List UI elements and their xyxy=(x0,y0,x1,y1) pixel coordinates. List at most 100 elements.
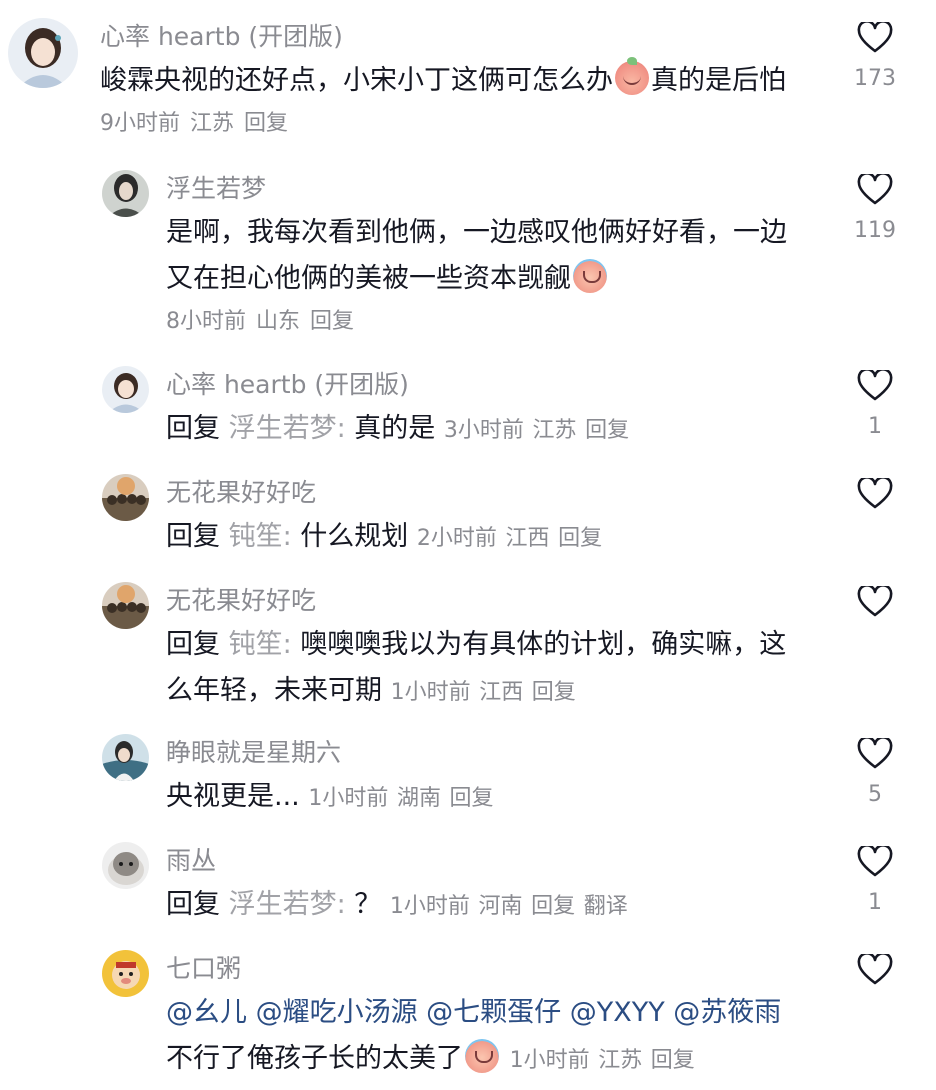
comment-body: 无花果好好吃 回复 钝笙: 什么规划 2小时前 江西 回复 xyxy=(166,476,806,562)
comment-body: 睁眼就是星期六 央视更是... 1小时前 湖南 回复 xyxy=(166,736,806,822)
comment-item: 雨丛 回复 浮生若梦: ？ 1小时前 河南 回复 翻译 1 xyxy=(0,840,936,936)
comment-text-part: 是啊，我每次看到他俩，一边感叹他俩好好看，一边又在担心他俩的美被一些资本觊觎 xyxy=(166,217,787,294)
like-control[interactable]: 173 xyxy=(850,22,900,94)
comment-time: 9小时前 xyxy=(100,111,180,136)
reply-button[interactable]: 回复 xyxy=(651,1048,695,1073)
comment-location: 山东 xyxy=(256,309,301,334)
avatar[interactable] xyxy=(102,842,149,889)
comment-body: 雨丛 回复 浮生若梦: ？ 1小时前 河南 回复 翻译 xyxy=(166,844,806,930)
username[interactable]: 心率 heartb (开团版) xyxy=(166,368,806,402)
comment-location: 江苏 xyxy=(190,111,235,136)
comment-item: 心率 heartb (开团版) 回复 浮生若梦: 真的是 3小时前 江苏 回复 … xyxy=(0,364,936,460)
reply-prefix: 回复 xyxy=(166,413,220,444)
reply-target[interactable]: 浮生若梦: xyxy=(229,889,346,920)
reply-button[interactable]: 回复 xyxy=(450,786,494,811)
heart-icon[interactable] xyxy=(857,478,893,510)
comment-item: 七口粥 @幺儿 @耀吃小汤源 @七颗蛋仔 @YXYY @苏筱雨 不行了俺孩子长的太… xyxy=(0,948,936,1088)
comment-text: 回复 浮生若梦: ？ 1小时前 河南 回复 翻译 xyxy=(166,882,806,930)
comment-item: 睁眼就是星期六 央视更是... 1小时前 湖南 回复 5 xyxy=(0,732,936,828)
comment-text: @幺儿 @耀吃小汤源 @七颗蛋仔 @YXYY @苏筱雨 不行了俺孩子长的太美了 1… xyxy=(166,990,806,1084)
comment-location: 江苏 xyxy=(532,418,577,443)
username[interactable]: 七口粥 xyxy=(166,952,806,986)
comment-text: 回复 钝笙: 噢噢噢我以为有具体的计划，确实嘛，这么年轻，未来可期 1小时前 江… xyxy=(166,622,806,716)
username[interactable]: 雨丛 xyxy=(166,844,806,878)
comment-text-part: 什么规划 xyxy=(300,521,409,552)
reply-prefix: 回复 xyxy=(166,889,220,920)
username[interactable]: 睁眼就是星期六 xyxy=(166,736,806,770)
comment-time: 1小时前 xyxy=(390,680,471,705)
comment-location: 河南 xyxy=(478,894,523,919)
comment-text: 是啊，我每次看到他俩，一边感叹他俩好好看，一边又在担心他俩的美被一些资本觊觎 xyxy=(166,210,806,302)
comment-text-part: 央视更是... xyxy=(166,781,300,812)
reply-prefix: 回复 xyxy=(166,521,220,552)
comment-text: 回复 钝笙: 什么规划 2小时前 江西 回复 xyxy=(166,514,806,562)
avatar[interactable] xyxy=(102,734,149,781)
like-control[interactable]: 1 xyxy=(850,846,900,918)
username[interactable]: 无花果好好吃 xyxy=(166,584,806,618)
like-control[interactable] xyxy=(850,586,900,618)
peach-emoji-icon xyxy=(615,57,649,95)
comment-location: 江西 xyxy=(479,680,524,705)
like-control[interactable]: 119 xyxy=(850,174,900,246)
reply-target[interactable]: 钝笙: xyxy=(229,521,292,552)
like-count: 5 xyxy=(868,782,882,807)
comment-text: 峻霖央视的还好点，小宋小丁这俩可怎么办 真的是后怕 xyxy=(100,57,806,104)
heart-icon[interactable] xyxy=(857,586,893,618)
heart-icon[interactable] xyxy=(857,954,893,986)
like-count: 1 xyxy=(868,414,882,439)
heart-icon[interactable] xyxy=(857,738,893,770)
username[interactable]: 心率 heartb (开团版) xyxy=(100,20,806,54)
crying-emoji-icon xyxy=(573,259,607,293)
comment-text-part: 真的是后怕 xyxy=(651,65,786,96)
comment-body: 心率 heartb (开团版) 峻霖央视的还好点，小宋小丁这俩可怎么办 真的是后怕… xyxy=(100,20,806,140)
comment-body: 七口粥 @幺儿 @耀吃小汤源 @七颗蛋仔 @YXYY @苏筱雨 不行了俺孩子长的太… xyxy=(166,952,806,1084)
translate-button[interactable]: 翻译 xyxy=(584,894,628,919)
reply-button[interactable]: 回复 xyxy=(244,111,288,136)
avatar[interactable] xyxy=(102,474,149,521)
comment-time: 1小时前 xyxy=(308,786,389,811)
reply-button[interactable]: 回复 xyxy=(532,680,576,705)
avatar[interactable] xyxy=(102,582,149,629)
comment-location: 湖南 xyxy=(396,786,441,811)
comment-text-part: 峻霖央视的还好点，小宋小丁这俩可怎么办 xyxy=(100,65,613,96)
reply-button[interactable]: 回复 xyxy=(585,418,629,443)
like-control[interactable]: 5 xyxy=(850,738,900,810)
comment-item: 无花果好好吃 回复 钝笙: 噢噢噢我以为有具体的计划，确实嘛，这么年轻，未来可期… xyxy=(0,580,936,720)
comment-text: 回复 浮生若梦: 真的是 3小时前 江苏 回复 xyxy=(166,406,806,454)
comment-location: 江西 xyxy=(505,526,550,551)
like-control[interactable] xyxy=(850,954,900,986)
avatar[interactable] xyxy=(8,18,78,88)
comment-time: 1小时前 xyxy=(509,1048,590,1073)
like-count: 1 xyxy=(868,890,882,915)
heart-icon[interactable] xyxy=(857,370,893,402)
comment-location: 江苏 xyxy=(598,1048,643,1073)
reply-button[interactable]: 回复 xyxy=(558,526,602,551)
reply-button[interactable]: 回复 xyxy=(310,309,354,334)
avatar[interactable] xyxy=(102,950,149,997)
comment-body: 浮生若梦 是啊，我每次看到他俩，一边感叹他俩好好看，一边又在担心他俩的美被一些资… xyxy=(166,172,806,338)
comment-item: 无花果好好吃 回复 钝笙: 什么规划 2小时前 江西 回复 xyxy=(0,472,936,568)
reply-prefix: 回复 xyxy=(166,629,220,660)
like-count: 173 xyxy=(854,66,896,91)
username[interactable]: 无花果好好吃 xyxy=(166,476,806,510)
comment-item: 心率 heartb (开团版) 峻霖央视的还好点，小宋小丁这俩可怎么办 真的是后怕… xyxy=(0,14,936,144)
heart-icon[interactable] xyxy=(857,174,893,206)
reply-button[interactable]: 回复 xyxy=(531,894,575,919)
avatar[interactable] xyxy=(102,366,149,413)
avatar[interactable] xyxy=(102,170,149,217)
heart-icon[interactable] xyxy=(857,846,893,878)
comment-time: 3小时前 xyxy=(443,418,524,443)
mention-list[interactable]: @幺儿 @耀吃小汤源 @七颗蛋仔 @YXYY @苏筱雨 xyxy=(166,997,781,1028)
heart-icon[interactable] xyxy=(857,22,893,54)
comment-time: 1小时前 xyxy=(389,894,470,919)
reply-target[interactable]: 浮生若梦: xyxy=(229,413,346,444)
like-control[interactable]: 1 xyxy=(850,370,900,442)
comment-meta: 9小时前 江苏 回复 xyxy=(100,108,806,140)
comment-time: 2小时前 xyxy=(416,526,497,551)
comment-text-part: 不行了俺孩子长的太美了 xyxy=(166,1043,463,1074)
like-control[interactable] xyxy=(850,478,900,510)
comment-text-part: ？ xyxy=(354,889,382,920)
comment-meta: 8小时前 山东 回复 xyxy=(166,306,806,338)
reply-target[interactable]: 钝笙: xyxy=(229,629,292,660)
username[interactable]: 浮生若梦 xyxy=(166,172,806,206)
